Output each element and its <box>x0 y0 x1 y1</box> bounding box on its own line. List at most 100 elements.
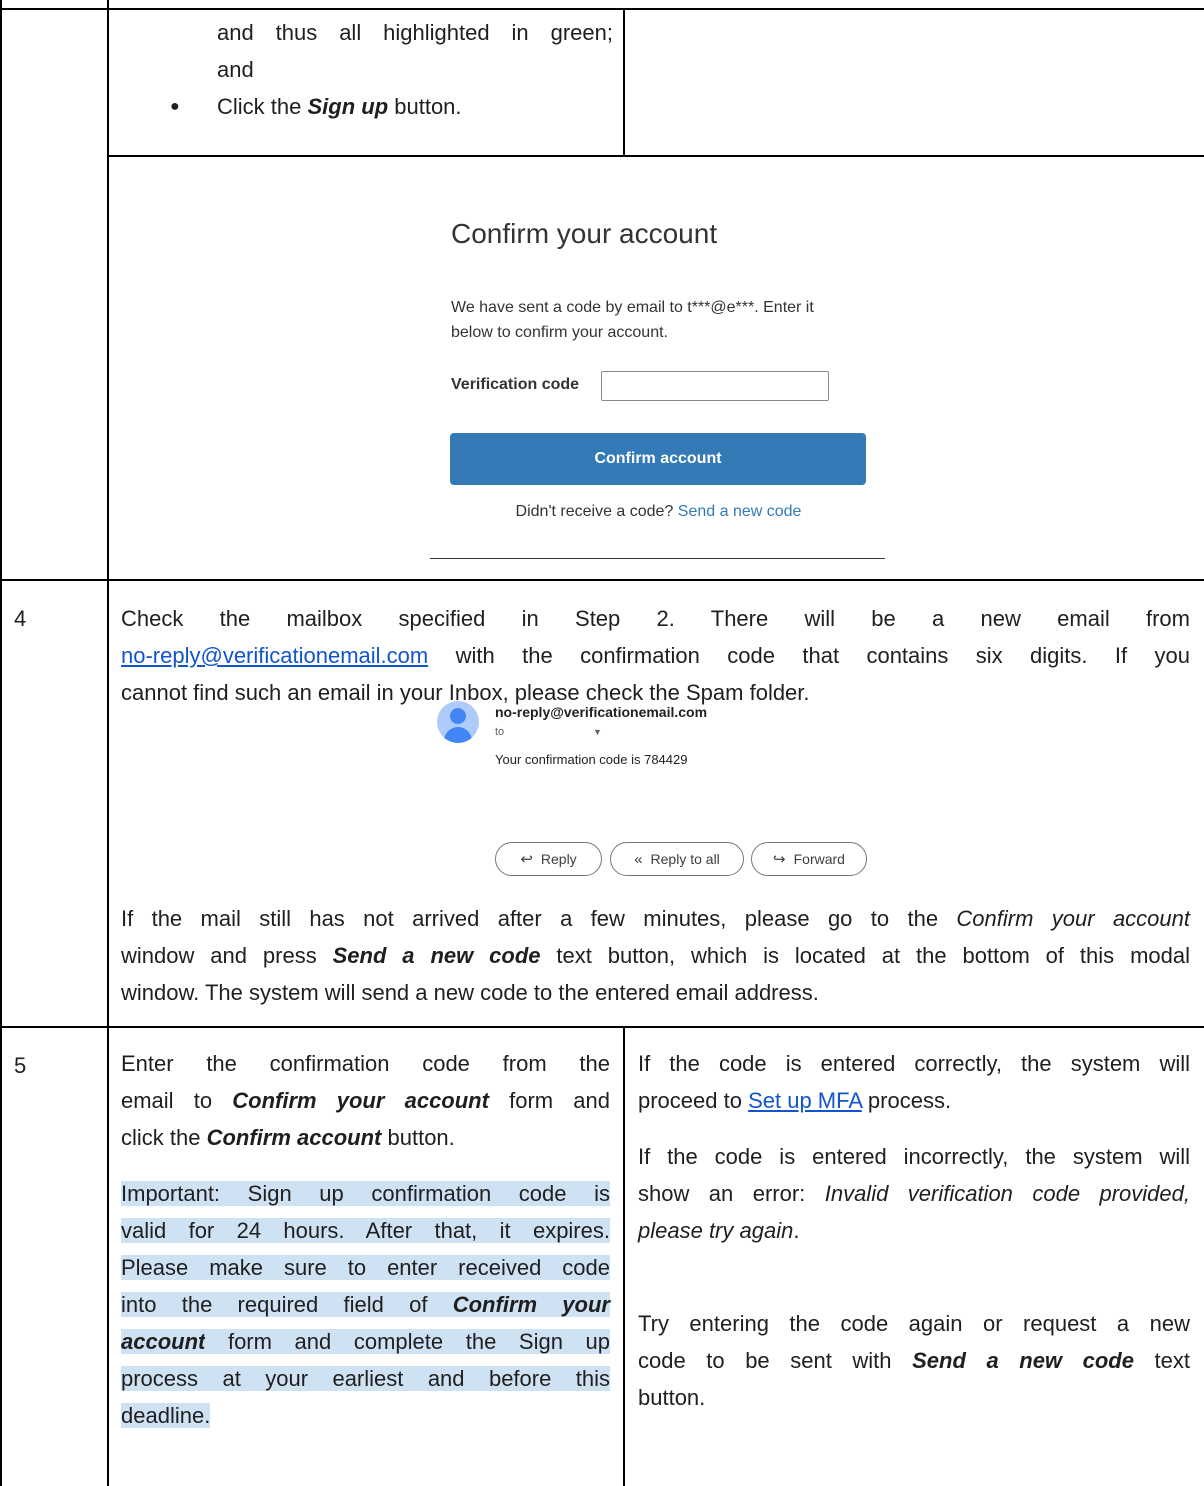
imp-text5a: account <box>121 1329 206 1354</box>
step-number-5: 5 <box>14 1053 27 1078</box>
email-body: Your confirmation code is 784429 <box>495 752 688 767</box>
reply-button[interactable]: ↩ Reply <box>495 842 602 876</box>
s5-left-line1: Enter the confirmation code from the <box>121 1051 610 1076</box>
column-divider-1 <box>107 0 109 1486</box>
imp-text4a: into the required field of <box>121 1292 453 1317</box>
step4-paragraph2: If the mail still has not arrived after … <box>121 900 1190 1011</box>
row3-line1: and thus all highlighted in green; <box>217 20 613 45</box>
imp-text1: Important: Sign up confirmation code is <box>121 1181 610 1206</box>
resend-code-row: Didn't receive a code? Send a new code <box>451 503 866 521</box>
r-p2-l3b: . <box>793 1218 800 1243</box>
step4-p2-line2: window and press Send a new code text bu… <box>121 937 1190 974</box>
modal-desc-line1: We have sent a code by email to t***@e**… <box>451 299 814 316</box>
step4-p2-line3: window. The system will send a new code … <box>121 980 819 1005</box>
avatar-head <box>450 708 466 724</box>
step5-right-p1: If the code is entered correctly, the sy… <box>638 1045 1190 1119</box>
step5-right-p2: If the code is entered incorrectly, the … <box>638 1138 1190 1249</box>
row-border-top <box>0 8 1204 10</box>
r-p3-l2a: code to be sent with <box>638 1348 913 1373</box>
row3-bullet: ● <box>170 98 180 115</box>
imp-text2: valid for 24 hours. After that, it expir… <box>121 1218 610 1243</box>
s5-l2a: email to <box>121 1088 233 1113</box>
imp-text6: process at your earliest and before this <box>121 1366 610 1391</box>
avatar-body <box>444 727 472 743</box>
send-new-code-link[interactable]: Send a new code <box>678 503 802 520</box>
send-new-code-ref: Send a new code <box>332 943 541 968</box>
setup-mfa-link[interactable]: Set up MFA <box>748 1088 862 1113</box>
r-p3-line2: code to be sent with Send a new code tex… <box>638 1342 1190 1379</box>
row-border-subrow <box>107 155 1204 157</box>
verification-code-input[interactable] <box>601 371 829 401</box>
reply-label: Reply <box>540 851 577 867</box>
r-p3-l2c: text <box>1133 1348 1190 1373</box>
row-border-step5 <box>0 1026 1204 1028</box>
imp-text4b: Confirm your <box>452 1292 610 1317</box>
sender-avatar <box>437 701 479 743</box>
s5-left-line3: click the Confirm account button. <box>121 1119 610 1156</box>
r-p3-line3: button. <box>638 1385 706 1410</box>
modal-title: Confirm your account <box>451 218 718 249</box>
forward-icon: ↪ <box>773 851 786 868</box>
r-p3-l2b: Send a new code <box>912 1348 1134 1373</box>
modal-divider <box>430 558 885 559</box>
r-p1-line2: proceed to Set up MFA process. <box>638 1082 1190 1119</box>
email-sender: no-reply@verificationemail.com <box>495 704 708 720</box>
imp-text7: deadline. <box>121 1403 211 1428</box>
bullet-prefix: Click the <box>217 94 308 119</box>
row3-bullet-text: Click the Sign up button. <box>217 88 462 125</box>
r-p1-l2a: proceed to <box>638 1088 749 1113</box>
r-p2-line2: show an error: Invalid verification code… <box>638 1175 1190 1212</box>
sender-email-link[interactable]: no-reply@verificationemail.com <box>121 643 428 668</box>
bullet-suffix: button. <box>388 94 462 119</box>
r-p2-line3: please try again. <box>638 1212 1190 1249</box>
r-p2-l2b: Invalid verification code provided, <box>824 1181 1190 1206</box>
step4-paragraph1: Check the mailbox specified in Step 2. T… <box>121 600 1190 711</box>
imp-line7: deadline. <box>121 1397 610 1434</box>
s5-left-line2: email to Confirm your account form and <box>121 1082 610 1119</box>
modal-desc-line2: below to confirm your account. <box>451 324 668 341</box>
row-border-step4 <box>0 579 1204 581</box>
important-note: Important: Sign up confirmation code is … <box>121 1175 610 1434</box>
s5-l2b: Confirm your account <box>232 1088 489 1113</box>
s5-l3b: Confirm account <box>206 1125 382 1150</box>
resend-prompt: Didn't receive a code? <box>515 503 678 520</box>
imp-line5: account form and complete the Sign up <box>121 1323 610 1360</box>
step4-p2-line1: If the mail still has not arrived after … <box>121 900 1190 937</box>
step5-left-cell: Enter the confirmation code from the ema… <box>121 1045 610 1156</box>
chevron-down-icon[interactable]: ▼ <box>593 727 602 737</box>
reply-all-label: Reply to all <box>650 851 720 867</box>
column-divider-2-bottom <box>623 1026 625 1486</box>
p2-line2-text-c: text button, which is located at the bot… <box>540 943 1190 968</box>
confirm-account-button[interactable]: Confirm account <box>450 433 866 485</box>
forward-label: Forward <box>793 851 845 867</box>
verification-code-label: Verification code <box>451 376 580 393</box>
r-p2-line1: If the code is entered incorrectly, the … <box>638 1144 1190 1169</box>
modal-description: We have sent a code by email to t***@e**… <box>451 295 881 345</box>
r-p1-line1: If the code is entered correctly, the sy… <box>638 1051 1190 1076</box>
imp-line1: Important: Sign up confirmation code is <box>121 1175 610 1212</box>
p2-line2-text-a: window and press <box>121 943 333 968</box>
imp-line2: valid for 24 hours. After that, it expir… <box>121 1212 610 1249</box>
step4-line2-rest: with the confirmation code that contains… <box>428 643 1190 668</box>
imp-line3: Please make sure to enter received code <box>121 1249 610 1286</box>
step4-line2: no-reply@verificationemail.com with the … <box>121 637 1190 674</box>
s5-l3c: button. <box>381 1125 455 1150</box>
reply-all-icon: « <box>634 850 643 868</box>
reply-all-button[interactable]: « Reply to all <box>610 842 744 876</box>
step4-line1: Check the mailbox specified in Step 2. T… <box>121 606 1190 631</box>
sign-up-emphasis: Sign up <box>307 94 389 119</box>
imp-line6: process at your earliest and before this <box>121 1360 610 1397</box>
reply-icon: ↩ <box>520 851 533 868</box>
step5-right-p3: Try entering the code again or request a… <box>638 1305 1190 1416</box>
r-p1-l2c: process. <box>861 1088 952 1113</box>
s5-l2c: form and <box>488 1088 610 1113</box>
s5-l3a: click the <box>121 1125 207 1150</box>
imp-text5b: form and complete the Sign up <box>205 1329 610 1354</box>
imp-line4: into the required field of Confirm your <box>121 1286 610 1323</box>
column-divider-2-top <box>623 8 625 156</box>
r-p2-l2a: show an error: <box>638 1181 825 1206</box>
table-left-border <box>0 0 2 1486</box>
r-p2-l3a: please try again <box>638 1218 794 1243</box>
forward-button[interactable]: ↪ Forward <box>751 842 867 876</box>
r-p3-line1: Try entering the code again or request a… <box>638 1311 1190 1336</box>
